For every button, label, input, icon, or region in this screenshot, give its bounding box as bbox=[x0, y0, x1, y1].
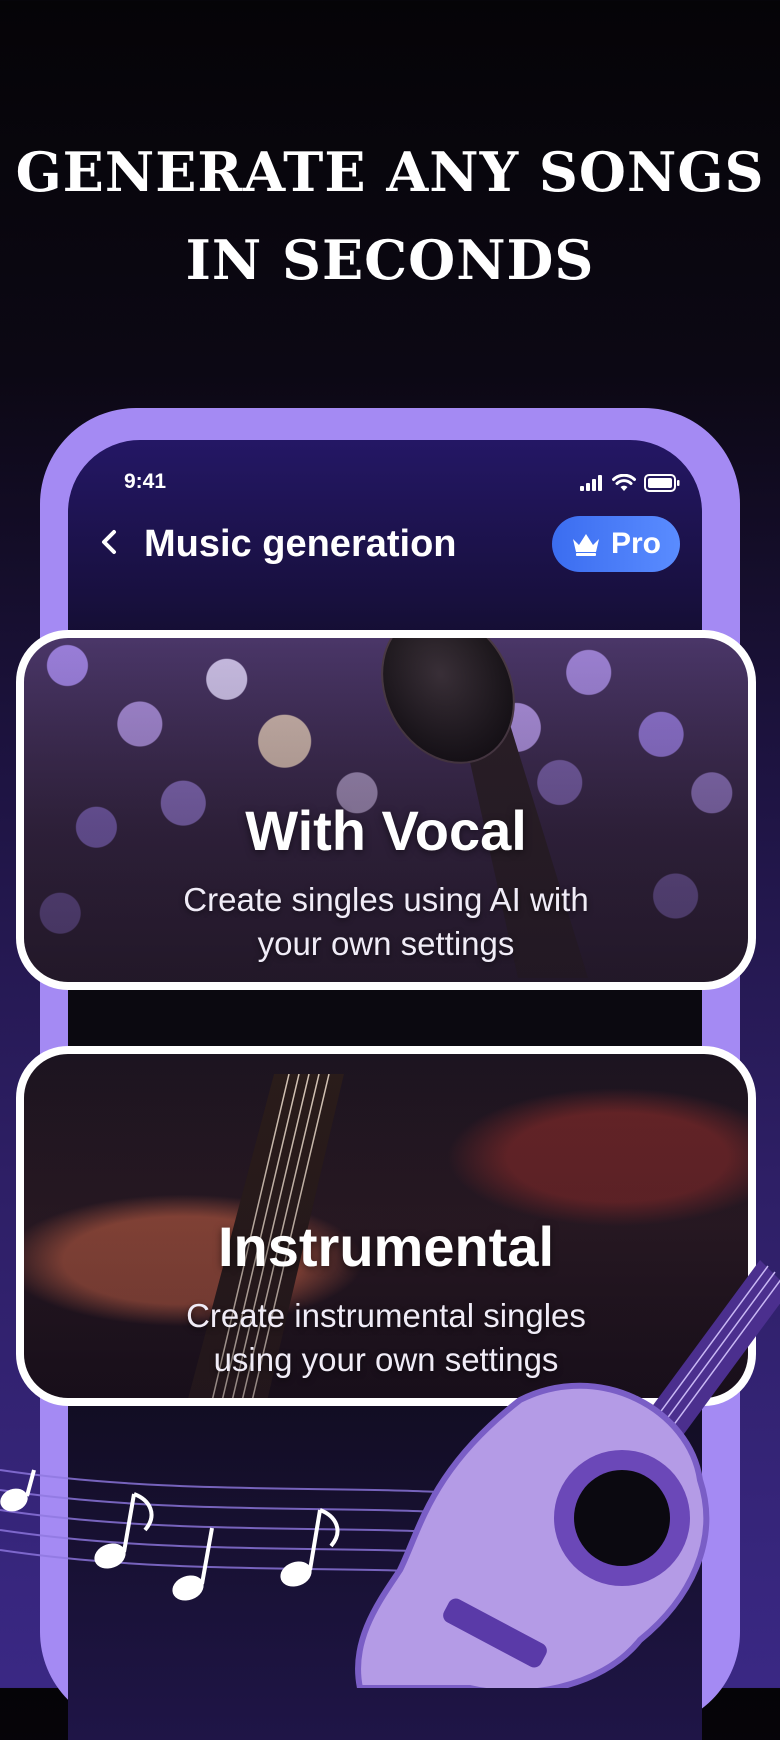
decoration-layer bbox=[0, 1260, 780, 1688]
guitar-icon bbox=[355, 1260, 780, 1688]
